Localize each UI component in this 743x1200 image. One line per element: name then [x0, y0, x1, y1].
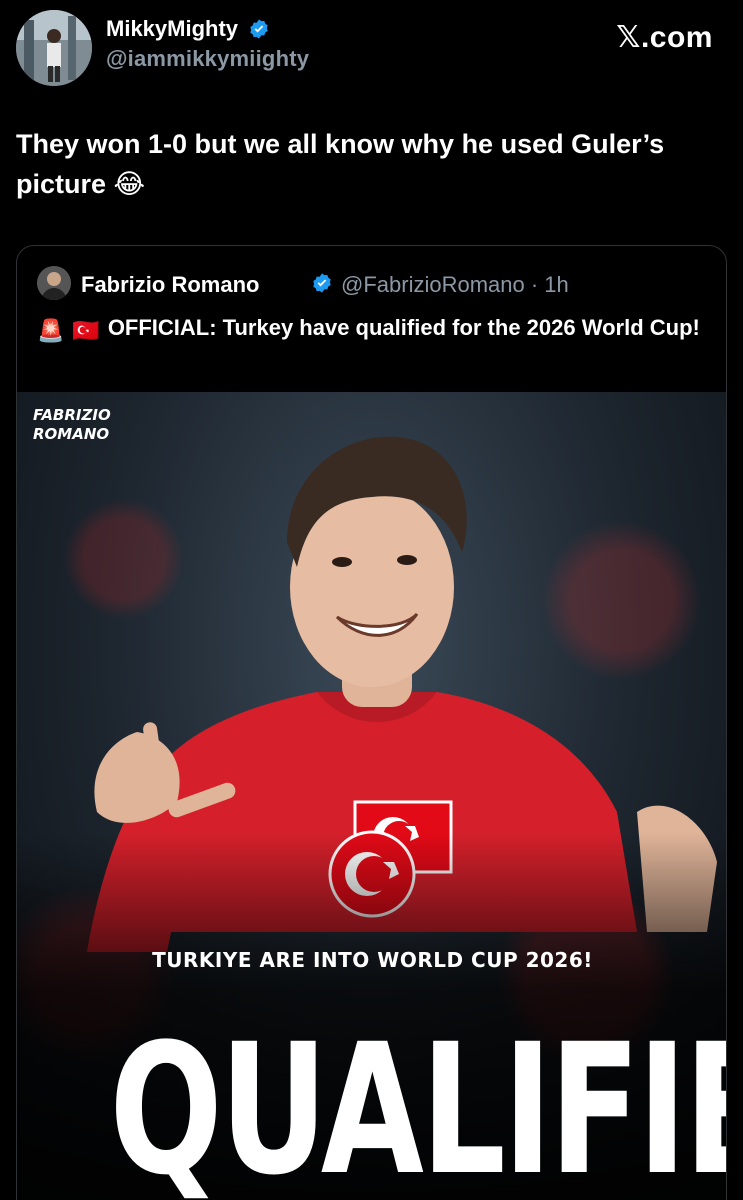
- tweet-text: They won 1-0 but we all know why he used…: [16, 129, 665, 199]
- watermark-line-2: ROMANO: [33, 425, 110, 443]
- x-logo-icon[interactable]: 𝕏.com: [616, 20, 713, 55]
- quoted-tweet-card[interactable]: Fabrizio Romano @FabrizioRomano · 1h 🚨 🇹🇷…: [16, 245, 727, 1200]
- fabrizio-romano-watermark: FABRIZIO ROMANO: [33, 406, 111, 444]
- avatar-image: [16, 10, 92, 86]
- quoted-author-avatar[interactable]: [37, 266, 71, 300]
- quoted-author-handle-time[interactable]: @FabrizioRomano · 1h: [341, 272, 569, 298]
- quoted-tweet-image[interactable]: FABRIZIO ROMANO TURKIYE ARE INTO WORLD C…: [17, 392, 726, 1200]
- quoted-tweet-body: OFFICIAL: Turkey have qualified for the …: [107, 315, 700, 340]
- verified-badge-icon: [313, 273, 331, 293]
- verified-badge-icon: [250, 19, 269, 39]
- author-block: MikkyMighty @iammikkymiighty: [106, 16, 309, 72]
- author-handle[interactable]: @iammikkymiighty: [106, 46, 309, 72]
- siren-emoji: 🚨: [37, 318, 65, 343]
- turkey-flag-emoji: 🇹🇷: [72, 318, 100, 343]
- image-subheadline: TURKIYE ARE INTO WORLD CUP 2026!: [152, 948, 593, 972]
- quoted-tweet-text: 🚨 🇹🇷 OFFICIAL: Turkey have qualified for t…: [37, 312, 707, 347]
- image-headline: QUALIFIED: [109, 1006, 726, 1200]
- author-display-name[interactable]: MikkyMighty: [106, 16, 238, 42]
- quoted-author-name[interactable]: Fabrizio Romano: [81, 272, 259, 298]
- user-avatar[interactable]: [16, 10, 92, 86]
- tweet-header: MikkyMighty @iammikkymiighty 𝕏.com: [16, 10, 727, 90]
- watermark-line-1: FABRIZIO: [33, 406, 111, 424]
- quoted-avatar-image: [37, 266, 71, 300]
